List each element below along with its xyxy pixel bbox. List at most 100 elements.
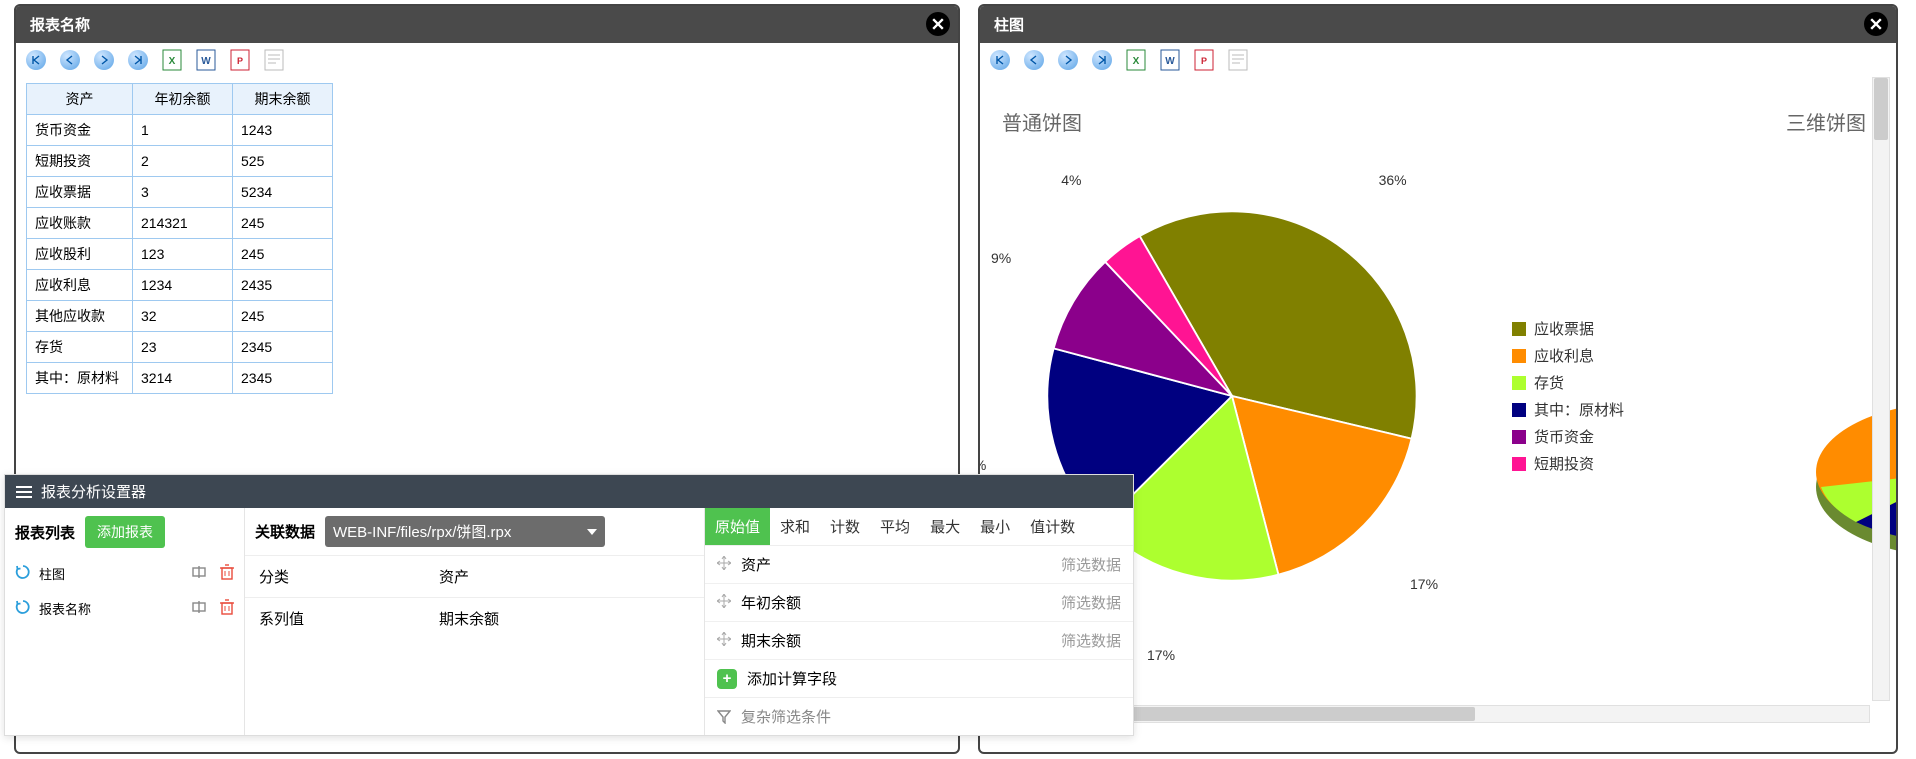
legend-label: 应收票据	[1534, 318, 1594, 339]
svg-text:P: P	[237, 56, 243, 66]
report-analysis-settings: 报表分析设置器 报表列表 添加报表 柱图报表名称 关联数据 WEB-INF/fi…	[4, 474, 1134, 736]
trash-icon[interactable]	[220, 599, 234, 618]
legend-label: 其中：原材料	[1534, 399, 1624, 420]
field-name: 资产	[741, 554, 771, 575]
move-icon[interactable]	[717, 556, 731, 574]
rename-icon[interactable]	[192, 600, 210, 617]
last-page-icon[interactable]	[128, 50, 148, 70]
chart-title-3d: 三维饼图	[1786, 107, 1866, 136]
aggregate-tab[interactable]: 最大	[920, 508, 970, 545]
pdf-icon[interactable]: P	[230, 49, 250, 71]
kv-row: 分类资产	[245, 555, 704, 597]
move-icon[interactable]	[717, 632, 731, 650]
field-name: 年初余额	[741, 592, 801, 613]
report-list-item[interactable]: 报表名称	[5, 591, 244, 626]
refresh-icon[interactable]	[15, 599, 31, 618]
file-select[interactable]: WEB-INF/files/rpx/饼图.rpx	[325, 516, 605, 547]
next-page-icon[interactable]	[1058, 50, 1078, 70]
field-row[interactable]: 资产 筛选数据	[705, 546, 1133, 584]
field-row[interactable]: 年初余额 筛选数据	[705, 584, 1133, 622]
kv-value: 资产	[439, 566, 690, 587]
word-icon[interactable]: W	[196, 49, 216, 71]
legend-item: 存货	[1512, 372, 1624, 393]
text-icon[interactable]	[1228, 49, 1248, 71]
filter-data-link[interactable]: 筛选数据	[1061, 592, 1121, 613]
table-row: 应收账款214321245	[27, 208, 333, 239]
table-cell: 2345	[233, 363, 333, 394]
settings-header: 报表分析设置器	[5, 475, 1133, 508]
field-row[interactable]: 期末余额筛选数据	[705, 622, 1133, 660]
svg-text:W: W	[1165, 56, 1175, 67]
table-cell: 23	[133, 332, 233, 363]
panel-title: 报表名称	[30, 17, 90, 34]
svg-text:X: X	[169, 56, 176, 67]
report-list-item[interactable]: 柱图	[5, 556, 244, 591]
table-cell: 245	[233, 208, 333, 239]
column-header: 资产	[27, 84, 133, 115]
column-header: 期末余额	[233, 84, 333, 115]
svg-text:X: X	[1133, 56, 1140, 67]
scrollbar-vertical[interactable]	[1872, 77, 1890, 701]
table-cell: 其他应收款	[27, 301, 133, 332]
data-table: 资产年初余额期末余额 货币资金11243短期投资2525应收票据35234应收账…	[26, 83, 333, 394]
table-cell: 货币资金	[27, 115, 133, 146]
table-row: 应收股利123245	[27, 239, 333, 270]
rename-icon[interactable]	[192, 565, 210, 582]
settings-title: 报表分析设置器	[41, 481, 146, 502]
excel-icon[interactable]: X	[162, 49, 182, 71]
aggregate-tab[interactable]: 求和	[770, 508, 820, 545]
table-cell: 245	[233, 239, 333, 270]
table-cell: 3214	[133, 363, 233, 394]
excel-icon[interactable]: X	[1126, 49, 1146, 71]
aggregate-tabs: 原始值求和计数平均最大最小值计数	[705, 508, 1133, 546]
legend-item: 其中：原材料	[1512, 399, 1624, 420]
report-item-label: 柱图	[39, 564, 65, 583]
related-data-header: 关联数据	[255, 521, 315, 542]
table-row: 应收票据35234	[27, 177, 333, 208]
refresh-icon[interactable]	[15, 564, 31, 583]
close-icon[interactable]	[926, 12, 950, 36]
aggregate-tab[interactable]: 平均	[870, 508, 920, 545]
text-icon[interactable]	[264, 49, 284, 71]
pie-pct-label: 17%	[1147, 647, 1175, 663]
table-cell: 214321	[133, 208, 233, 239]
legend-swatch	[1512, 349, 1526, 363]
kv-row: 系列值期末余额	[245, 597, 704, 639]
aggregate-tab[interactable]: 原始值	[705, 508, 770, 545]
table-cell: 3	[133, 177, 233, 208]
aggregate-tab[interactable]: 最小	[970, 508, 1020, 545]
pdf-icon[interactable]: P	[1194, 49, 1214, 71]
table-cell: 应收股利	[27, 239, 133, 270]
last-page-icon[interactable]	[1092, 50, 1112, 70]
complex-filter-label: 复杂筛选条件	[741, 706, 831, 727]
first-page-icon[interactable]	[990, 50, 1010, 70]
table-row: 其他应收款32245	[27, 301, 333, 332]
filter-data-link[interactable]: 筛选数据	[1061, 554, 1121, 575]
prev-page-icon[interactable]	[60, 50, 80, 70]
panel-title: 柱图	[994, 17, 1024, 34]
table-cell: 1234	[133, 270, 233, 301]
filter-data-link[interactable]: 筛选数据	[1061, 630, 1121, 651]
legend-swatch	[1512, 457, 1526, 471]
table-row: 货币资金11243	[27, 115, 333, 146]
trash-icon[interactable]	[220, 564, 234, 583]
aggregate-tab[interactable]: 计数	[820, 508, 870, 545]
prev-page-icon[interactable]	[1024, 50, 1044, 70]
table-row: 应收利息12342435	[27, 270, 333, 301]
add-calc-label: 添加计算字段	[747, 668, 837, 689]
add-report-button[interactable]: 添加报表	[85, 516, 165, 548]
column-header: 年初余额	[133, 84, 233, 115]
table-cell: 123	[133, 239, 233, 270]
table-cell: 应收账款	[27, 208, 133, 239]
first-page-icon[interactable]	[26, 50, 46, 70]
next-page-icon[interactable]	[94, 50, 114, 70]
move-icon[interactable]	[717, 594, 731, 612]
aggregate-tab[interactable]: 值计数	[1020, 508, 1085, 545]
close-icon[interactable]	[1864, 12, 1888, 36]
add-calc-field[interactable]: + 添加计算字段	[705, 660, 1133, 697]
table-cell: 存货	[27, 332, 133, 363]
report-item-label: 报表名称	[39, 599, 91, 618]
word-icon[interactable]: W	[1160, 49, 1180, 71]
report-list-column: 报表列表 添加报表 柱图报表名称	[5, 508, 245, 735]
complex-filter[interactable]: 复杂筛选条件	[705, 697, 1133, 735]
